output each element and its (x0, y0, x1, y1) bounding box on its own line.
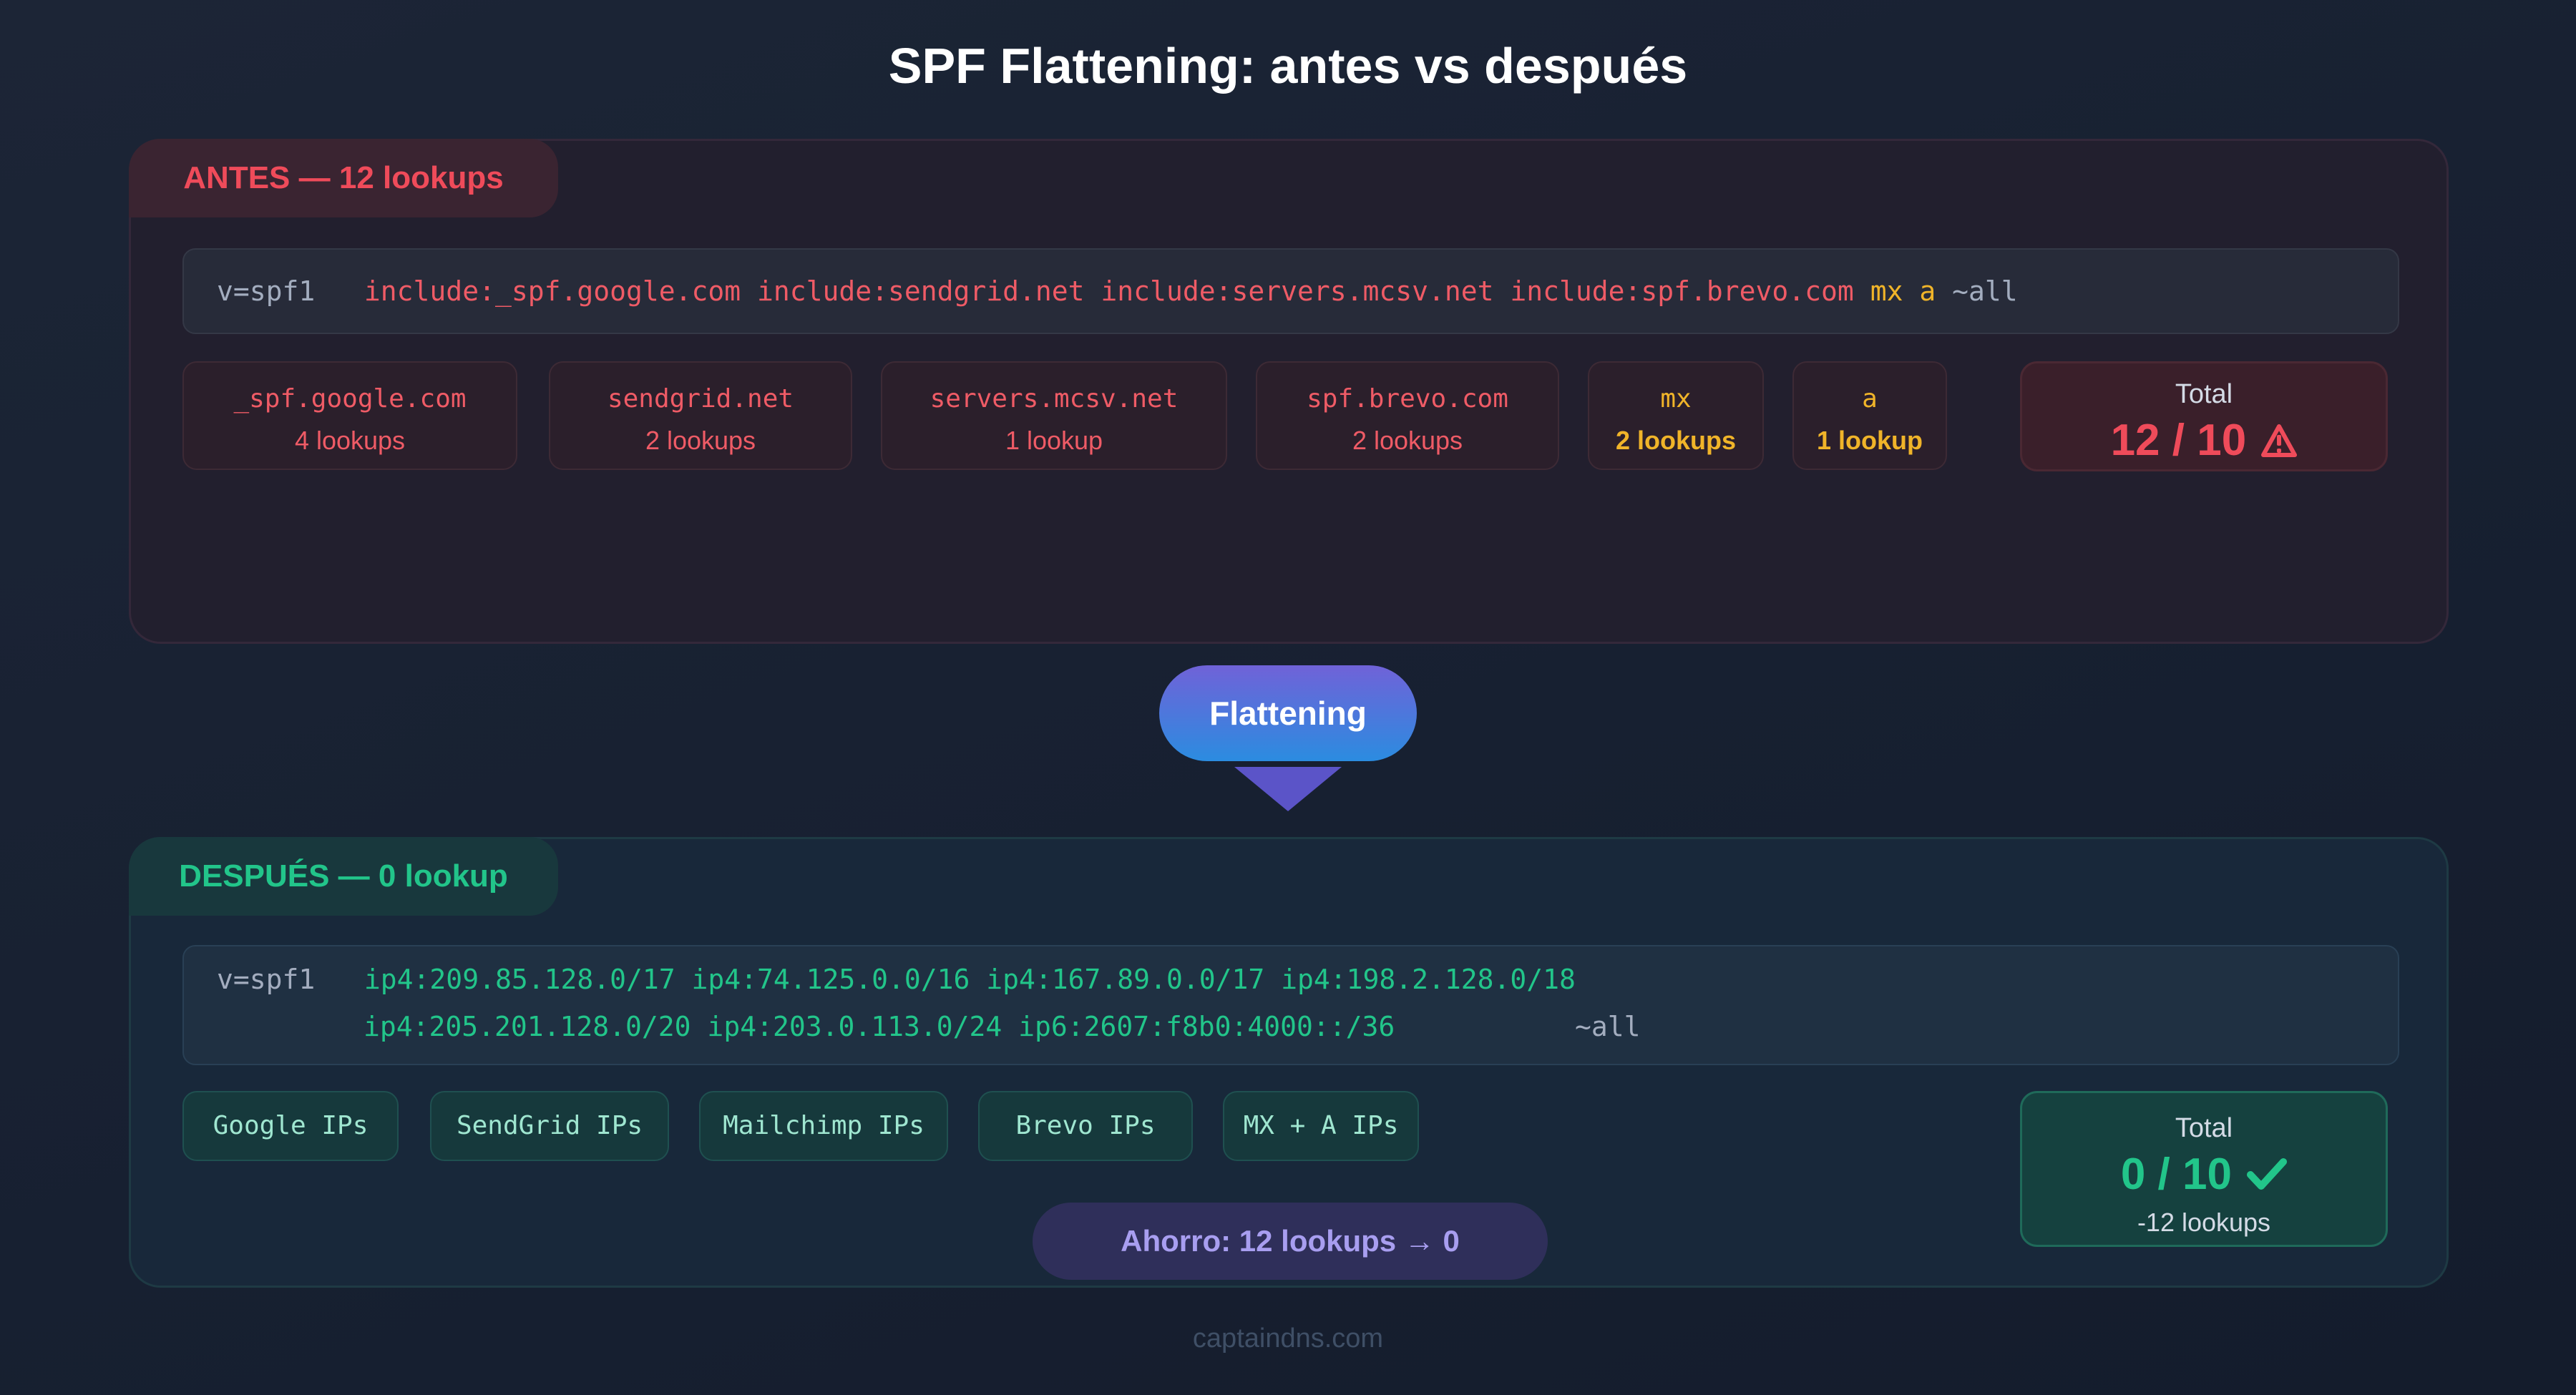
chip-name: _spf.google.com (233, 384, 467, 413)
lookup-chip-a: a 1 lookup (1792, 361, 1947, 470)
chip-count: 2 lookups (645, 426, 756, 455)
ip-chip-google: Google IPs (182, 1091, 399, 1161)
after-record-ips-2: ip4:205.201.128.0/20 ip4:203.0.113.0/24 … (364, 1011, 1395, 1042)
check-icon (2247, 1152, 2288, 1190)
chip-name: mx (1660, 384, 1692, 413)
before-tab-label: ANTES — 12 lookups (129, 139, 558, 217)
chip-count: 2 lookups (1615, 426, 1737, 455)
chip-count: 4 lookups (294, 426, 406, 455)
ip-chip-mx-a: MX + A IPs (1223, 1091, 1419, 1161)
total-value-text: 0 / 10 (2120, 1150, 2232, 1199)
lookup-chip-mailchimp: servers.mcsv.net 1 lookup (881, 361, 1227, 470)
before-record-version: v=spf1 (217, 275, 316, 307)
before-total-box: Total 12 / 10 (2020, 361, 2388, 471)
lookup-chip-sendgrid: sendgrid.net 2 lookups (549, 361, 852, 470)
after-record-all: ~all (1574, 1011, 1641, 1042)
total-value-text: 12 / 10 (2110, 416, 2247, 465)
page-title: SPF Flattening: antes vs después (888, 38, 1688, 94)
total-value: 0 / 10 (2022, 1149, 2386, 1200)
after-total-box: Total 0 / 10 -12 lookups (2020, 1091, 2388, 1247)
ip-chip-sendgrid: SendGrid IPs (430, 1091, 669, 1161)
total-label: Total (2175, 1113, 2233, 1143)
footer-domain: captaindns.com (1192, 1323, 1384, 1354)
before-record-line: v=spf1 include:_spf.google.com include:s… (217, 275, 2018, 307)
flattening-step-label: Flattening (1159, 665, 1417, 761)
after-panel: DESPUÉS — 0 lookup v=spf1 ip4:209.85.128… (129, 837, 2449, 1288)
before-record-a: a (1919, 275, 1936, 307)
after-spf-record: v=spf1 ip4:209.85.128.0/17 ip4:74.125.0.… (182, 945, 2399, 1065)
after-record-version: v=spf1 (217, 964, 316, 995)
arrow-down-icon (1234, 767, 1342, 811)
ip-chip-brevo: Brevo IPs (978, 1091, 1193, 1161)
before-spf-record: v=spf1 include:_spf.google.com include:s… (182, 248, 2399, 334)
chip-count: 1 lookup (1005, 426, 1103, 455)
chip-name: spf.brevo.com (1307, 384, 1508, 413)
savings-badge: Ahorro: 12 lookups → 0 (1033, 1203, 1548, 1280)
chip-name: a (1862, 384, 1878, 413)
chip-count: 1 lookup (1816, 426, 1923, 455)
chip-name: sendgrid.net (607, 384, 794, 413)
before-record-includes: include:_spf.google.com include:sendgrid… (364, 275, 1854, 307)
ip-chip-mailchimp: Mailchimp IPs (699, 1091, 948, 1161)
lookup-chip-brevo: spf.brevo.com 2 lookups (1256, 361, 1559, 470)
lookup-chip-google: _spf.google.com 4 lookups (182, 361, 517, 470)
total-label: Total (2175, 379, 2233, 409)
total-note: -12 lookups (2137, 1208, 2271, 1237)
after-record-line-2: ip4:205.201.128.0/20 ip4:203.0.113.0/24 … (364, 1011, 1641, 1042)
before-panel: ANTES — 12 lookups v=spf1 include:_spf.g… (129, 139, 2449, 644)
after-record-line-1: v=spf1 ip4:209.85.128.0/17 ip4:74.125.0.… (217, 964, 1576, 995)
before-record-mx: mx (1870, 275, 1903, 307)
chip-name: servers.mcsv.net (930, 384, 1179, 413)
lookup-chip-mx: mx 2 lookups (1588, 361, 1764, 470)
total-value: 12 / 10 (2022, 415, 2386, 466)
chip-count: 2 lookups (1352, 426, 1463, 455)
after-record-ips-1: ip4:209.85.128.0/17 ip4:74.125.0.0/16 ip… (364, 964, 1576, 995)
warning-triangle-icon (2261, 418, 2298, 457)
after-tab-label: DESPUÉS — 0 lookup (129, 837, 558, 916)
before-record-all: ~all (1952, 275, 2018, 307)
